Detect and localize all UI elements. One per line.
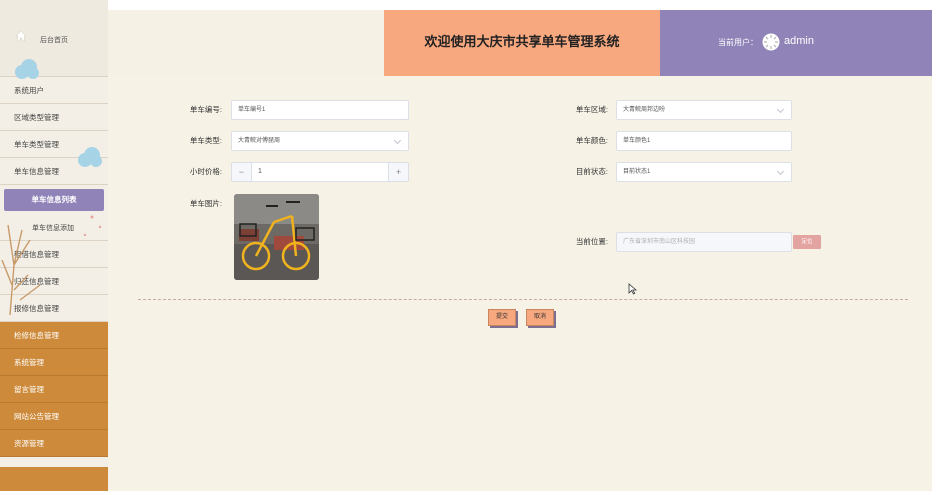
sidebar-item-repair-info[interactable]: 报修信息管理 (0, 295, 108, 322)
sidebar: 后台首页 系统用户 区域类型管理 单车类型管理 单车信息管理 单车信息列表 单车… (0, 0, 108, 491)
area-value: 大青鲩周邦边吩 (623, 107, 666, 113)
sidebar-item-bike-list[interactable]: 单车信息列表 (4, 189, 104, 211)
bike-type-value: 大青鲩对傅琵周 (238, 138, 281, 144)
sidebar-item-label: 系统管理 (14, 358, 44, 367)
sidebar-item-label: 租借信息管理 (14, 250, 59, 259)
sidebar-item-label: 留言管理 (14, 385, 44, 394)
sidebar-footer (0, 467, 108, 491)
area-label: 单车区域: (575, 105, 608, 114)
sidebar-item-label: 归还信息管理 (14, 277, 59, 286)
cancel-button[interactable]: 取消 (526, 309, 554, 326)
sidebar-item-bike-add[interactable]: 单车信息添加 (0, 215, 108, 241)
sidebar-item-resources[interactable]: 资源管理 (0, 430, 108, 457)
sidebar-item-label: 资源管理 (14, 439, 44, 448)
sidebar-item-label: 单车类型管理 (14, 140, 59, 149)
sidebar-item-system-manage[interactable]: 系统管理 (0, 349, 108, 376)
bike-no-value: 单车编号1 (238, 107, 266, 113)
sidebar-item-label: 系统用户 (14, 86, 44, 95)
bike-photo-image[interactable] (234, 194, 319, 280)
status-select[interactable]: 目前状态1 (616, 162, 792, 182)
header: 欢迎使用大庆市共享单车管理系统 当前用户： admin (108, 10, 932, 76)
app-window: 后台首页 系统用户 区域类型管理 单车类型管理 单车信息管理 单车信息列表 单车… (0, 0, 932, 491)
bike-no-label: 单车编号: (189, 105, 222, 114)
plus-icon[interactable]: + (388, 163, 408, 181)
divider (138, 299, 908, 300)
minus-icon[interactable]: − (232, 163, 252, 181)
sidebar-item-label: 区域类型管理 (14, 113, 59, 122)
locate-button[interactable]: 定位 (793, 235, 821, 249)
bike-type-select[interactable]: 大青鲩对傅琵周 (231, 131, 409, 151)
bike-no-input[interactable]: 单车编号1 (231, 100, 409, 120)
status-label: 目前状态: (575, 167, 608, 176)
mouse-cursor-icon (628, 283, 638, 295)
page-title: 欢迎使用大庆市共享单车管理系统 (384, 10, 660, 76)
location-placeholder: 广东省深圳市南山区科技园 (623, 239, 696, 245)
chevron-down-icon (776, 105, 785, 114)
color-value: 单车颜色1 (623, 138, 651, 144)
color-input[interactable]: 单车颜色1 (616, 131, 792, 151)
sidebar-item-label: 单车信息管理 (14, 167, 59, 176)
sidebar-item-label: 网站公告管理 (14, 412, 59, 421)
chevron-down-icon (776, 167, 785, 176)
sidebar-item-announcements[interactable]: 网站公告管理 (0, 403, 108, 430)
sidebar-item-system-users[interactable]: 系统用户 (0, 77, 108, 104)
main-form: 单车编号: 单车编号1 单车类型: 大青鲩对傅琵周 小时价格: − 1 + 单车… (108, 76, 932, 491)
avatar-icon[interactable] (762, 33, 780, 51)
sidebar-item-return-info[interactable]: 归还信息管理 (0, 268, 108, 295)
hourly-price-stepper[interactable]: − 1 + (231, 162, 409, 182)
sidebar-item-label: 报修信息管理 (14, 304, 59, 313)
sidebar-home[interactable]: 后台首页 (0, 0, 108, 79)
sidebar-home-label: 后台首页 (40, 37, 68, 44)
location-input[interactable]: 广东省深圳市南山区科技园 (616, 232, 792, 252)
photo-label: 单车图片: (189, 199, 222, 208)
color-label: 单车颜色: (575, 136, 608, 145)
home-icon (15, 30, 27, 42)
current-user-label: 当前用户： (718, 38, 758, 47)
status-value: 目前状态1 (623, 169, 651, 175)
user-panel: 当前用户： admin (660, 10, 932, 76)
sidebar-item-inspection-info[interactable]: 检修信息管理 (0, 322, 108, 349)
username: admin (784, 35, 814, 47)
area-select[interactable]: 大青鲩周邦边吩 (616, 100, 792, 120)
location-label: 当前位置: (575, 237, 608, 246)
sidebar-item-label: 单车信息列表 (31, 195, 77, 204)
hourly-price-label: 小时价格: (189, 167, 222, 176)
sidebar-item-area-types[interactable]: 区域类型管理 (0, 104, 108, 131)
sidebar-item-rental-info[interactable]: 租借信息管理 (0, 241, 108, 268)
cloud-decoration-icon (78, 147, 102, 167)
sidebar-item-label: 检修信息管理 (14, 331, 59, 340)
submit-button[interactable]: 提交 (488, 309, 516, 326)
chevron-down-icon (393, 136, 402, 145)
sidebar-item-label: 单车信息添加 (32, 225, 74, 232)
bike-type-label: 单车类型: (189, 136, 222, 145)
hourly-price-value: 1 (258, 168, 262, 175)
sidebar-item-messages[interactable]: 留言管理 (0, 376, 108, 403)
